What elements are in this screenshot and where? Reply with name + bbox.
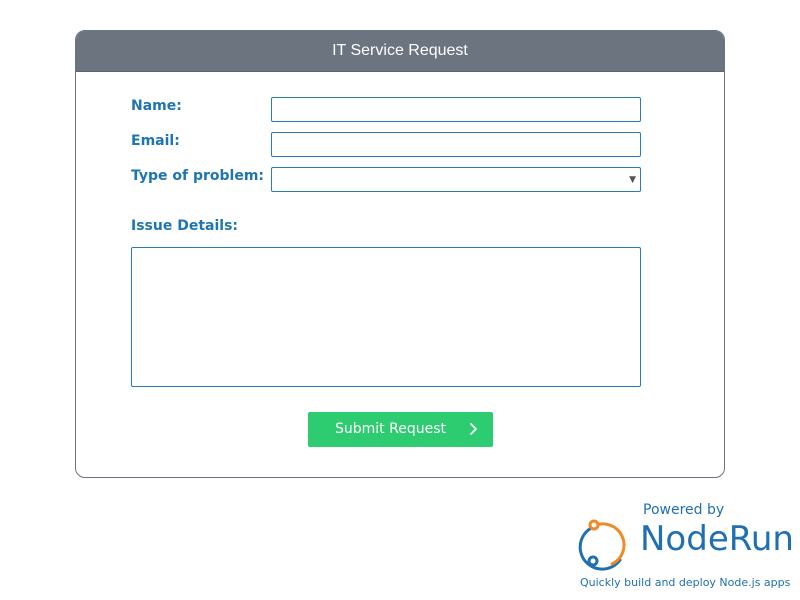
- noderun-tagline: Quickly build and deploy Node.js apps: [580, 576, 791, 589]
- name-label: Name:: [131, 98, 182, 114]
- submit-request-button[interactable]: Submit Request: [308, 412, 493, 447]
- problem-type-select[interactable]: ▼: [271, 167, 641, 192]
- chevron-right-icon: [470, 423, 477, 435]
- name-input[interactable]: [271, 97, 641, 122]
- email-input[interactable]: [271, 132, 641, 157]
- issue-details-textarea[interactable]: [131, 247, 641, 387]
- form-title: IT Service Request: [76, 31, 724, 72]
- noderun-wordmark: NodeRun: [640, 519, 794, 559]
- service-request-form: IT Service Request Name: Email: Type of …: [75, 30, 725, 478]
- powered-by-text: Powered by: [643, 502, 725, 518]
- powered-by-noderun[interactable]: Powered by NodeRun Quickly build and dep…: [578, 500, 800, 595]
- issue-details-label: Issue Details:: [131, 218, 238, 234]
- caret-down-icon: ▼: [629, 175, 636, 185]
- problem-type-label: Type of problem:: [131, 168, 265, 184]
- noderun-logo-icon: [578, 519, 626, 571]
- email-label: Email:: [131, 133, 180, 149]
- submit-request-label: Submit Request: [335, 421, 446, 437]
